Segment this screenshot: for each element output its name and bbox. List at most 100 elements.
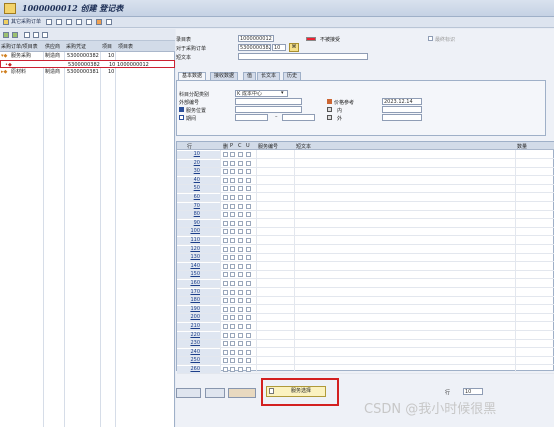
row-checkbox[interactable] — [223, 349, 228, 355]
line-number[interactable]: 200 — [177, 314, 220, 322]
other-po-button[interactable]: 其它采购订单 — [11, 19, 41, 26]
layout-icon[interactable] — [42, 32, 48, 38]
line-number[interactable]: 70 — [177, 202, 220, 210]
row-checkbox[interactable] — [223, 289, 228, 295]
row-checkbox[interactable] — [230, 272, 235, 278]
row-checkbox[interactable] — [230, 263, 235, 269]
grid-row[interactable]: 80 — [177, 211, 554, 220]
grid-row[interactable]: 200 — [177, 314, 554, 323]
grid-row[interactable]: 230 — [177, 340, 554, 349]
row-checkbox[interactable] — [230, 169, 235, 175]
price-ref-field[interactable]: 2023.12.14 — [382, 98, 422, 105]
row-checkbox[interactable] — [238, 289, 243, 295]
line-number[interactable]: 140 — [177, 262, 220, 270]
grid-row[interactable]: 260 — [177, 366, 554, 374]
row-checkbox[interactable] — [246, 332, 251, 338]
sheet-field[interactable]: 1000000012 — [238, 35, 274, 42]
row-checkbox[interactable] — [238, 238, 243, 243]
new-icon[interactable] — [66, 19, 72, 25]
row-checkbox[interactable] — [246, 358, 251, 364]
row-checkbox[interactable] — [223, 152, 228, 157]
row-checkbox[interactable] — [246, 367, 251, 372]
outside-field[interactable] — [382, 114, 422, 121]
line-number[interactable]: 160 — [177, 280, 220, 287]
row-checkbox[interactable] — [238, 263, 243, 269]
row-checkbox[interactable] — [238, 298, 243, 304]
line-number[interactable]: 250 — [177, 357, 220, 365]
po-item-field[interactable]: 10 — [272, 44, 286, 51]
grid-row[interactable]: 170 — [177, 288, 554, 297]
row-checkbox[interactable] — [238, 315, 243, 321]
short-text-field[interactable] — [238, 53, 368, 60]
line-number[interactable]: 100 — [177, 228, 220, 236]
grid-row[interactable]: 70 — [177, 202, 554, 211]
row-checkbox[interactable] — [246, 152, 251, 157]
row-checkbox[interactable] — [230, 367, 235, 372]
row-checkbox[interactable] — [238, 203, 243, 209]
row-checkbox[interactable] — [238, 195, 243, 200]
row-checkbox[interactable] — [230, 160, 235, 166]
row-checkbox[interactable] — [238, 246, 243, 252]
row-checkbox[interactable] — [223, 298, 228, 304]
row-checkbox[interactable] — [230, 238, 235, 243]
row-checkbox[interactable] — [238, 186, 243, 192]
grid-row[interactable]: 50 — [177, 185, 554, 194]
row-checkbox[interactable] — [246, 272, 251, 278]
row-checkbox[interactable] — [223, 324, 228, 329]
line-number[interactable]: 220 — [177, 331, 220, 339]
grid-row[interactable]: 240 — [177, 348, 554, 357]
row-checkbox[interactable] — [238, 212, 243, 218]
grid-row[interactable]: 100 — [177, 228, 554, 237]
row-checkbox[interactable] — [230, 186, 235, 192]
grid-row[interactable]: 150 — [177, 271, 554, 280]
period-from-field[interactable] — [235, 114, 268, 121]
line-number[interactable]: 210 — [177, 323, 220, 330]
line-number[interactable]: 180 — [177, 297, 220, 305]
row-checkbox[interactable] — [230, 220, 235, 226]
row-checkbox[interactable] — [230, 298, 235, 304]
row-checkbox[interactable] — [230, 281, 235, 286]
document-icon[interactable] — [3, 19, 9, 25]
row-checkbox[interactable] — [223, 255, 228, 261]
row-checkbox[interactable] — [223, 315, 228, 321]
row-checkbox[interactable] — [223, 272, 228, 278]
service-select-button[interactable]: 服务选择 — [266, 386, 326, 397]
row-checkbox[interactable] — [246, 255, 251, 261]
row-checkbox[interactable] — [238, 306, 243, 312]
row-checkbox[interactable] — [223, 238, 228, 243]
row-checkbox[interactable] — [223, 195, 228, 200]
row-checkbox[interactable] — [230, 289, 235, 295]
row-checkbox[interactable] — [246, 289, 251, 295]
print-icon[interactable] — [86, 19, 92, 25]
grid-row[interactable]: 90 — [177, 219, 554, 228]
grid-row[interactable]: 250 — [177, 357, 554, 366]
row-checkbox[interactable] — [230, 246, 235, 252]
line-number[interactable]: 60 — [177, 194, 220, 201]
row-checkbox[interactable] — [246, 229, 251, 235]
grid-row[interactable]: 60 — [177, 194, 554, 202]
row-checkbox[interactable] — [238, 324, 243, 329]
line-number[interactable]: 110 — [177, 237, 220, 244]
grid-row[interactable]: 30 — [177, 168, 554, 177]
grid-row[interactable]: 10 — [177, 151, 554, 159]
row-checkbox[interactable] — [238, 152, 243, 157]
po-field[interactable]: 5300000382 — [238, 44, 271, 51]
dropdown-arrow-icon[interactable]: ▾ — [281, 90, 284, 96]
row-checkbox[interactable] — [230, 315, 235, 321]
tab-values[interactable]: 值 — [243, 72, 257, 80]
line-number[interactable]: 120 — [177, 245, 220, 253]
line-number[interactable]: 170 — [177, 288, 220, 296]
line-number[interactable]: 190 — [177, 305, 220, 313]
row-checkbox[interactable] — [246, 169, 251, 175]
copy-icon[interactable] — [76, 19, 82, 25]
row-checkbox[interactable] — [223, 177, 228, 183]
filter-icon[interactable] — [24, 32, 30, 38]
row-checkbox[interactable] — [246, 238, 251, 243]
grid-row[interactable]: 220 — [177, 331, 554, 340]
row-checkbox[interactable] — [230, 324, 235, 329]
tree-row[interactable]: ▾◆ 服务采购 制造商 5300000382 10 — [0, 52, 175, 60]
line-number[interactable]: 30 — [177, 168, 220, 176]
row-checkbox[interactable] — [238, 349, 243, 355]
line-number[interactable]: 50 — [177, 185, 220, 193]
row-checkbox[interactable] — [230, 341, 235, 347]
